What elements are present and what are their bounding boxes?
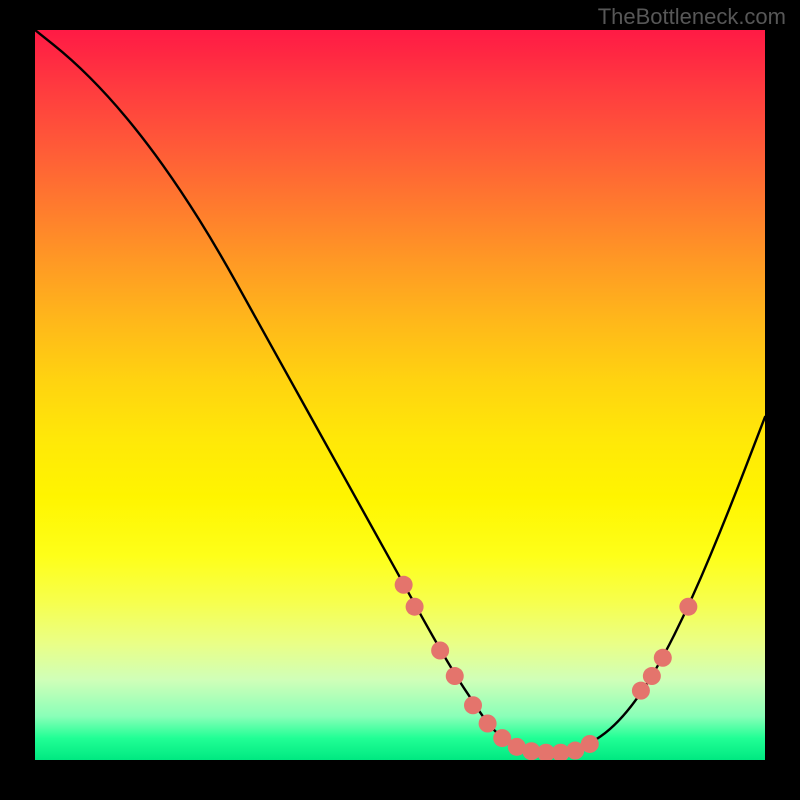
data-markers (395, 576, 698, 760)
watermark-text: TheBottleneck.com (598, 4, 786, 30)
data-marker (406, 598, 424, 616)
data-marker (464, 696, 482, 714)
curve-line (35, 30, 765, 753)
data-marker (581, 735, 599, 753)
data-marker (395, 576, 413, 594)
data-marker (654, 649, 672, 667)
chart-svg (35, 30, 765, 760)
data-marker (446, 667, 464, 685)
data-marker (643, 667, 661, 685)
plot-area (35, 30, 765, 760)
data-marker (632, 682, 650, 700)
data-marker (679, 598, 697, 616)
data-marker (479, 715, 497, 733)
data-marker (431, 642, 449, 660)
